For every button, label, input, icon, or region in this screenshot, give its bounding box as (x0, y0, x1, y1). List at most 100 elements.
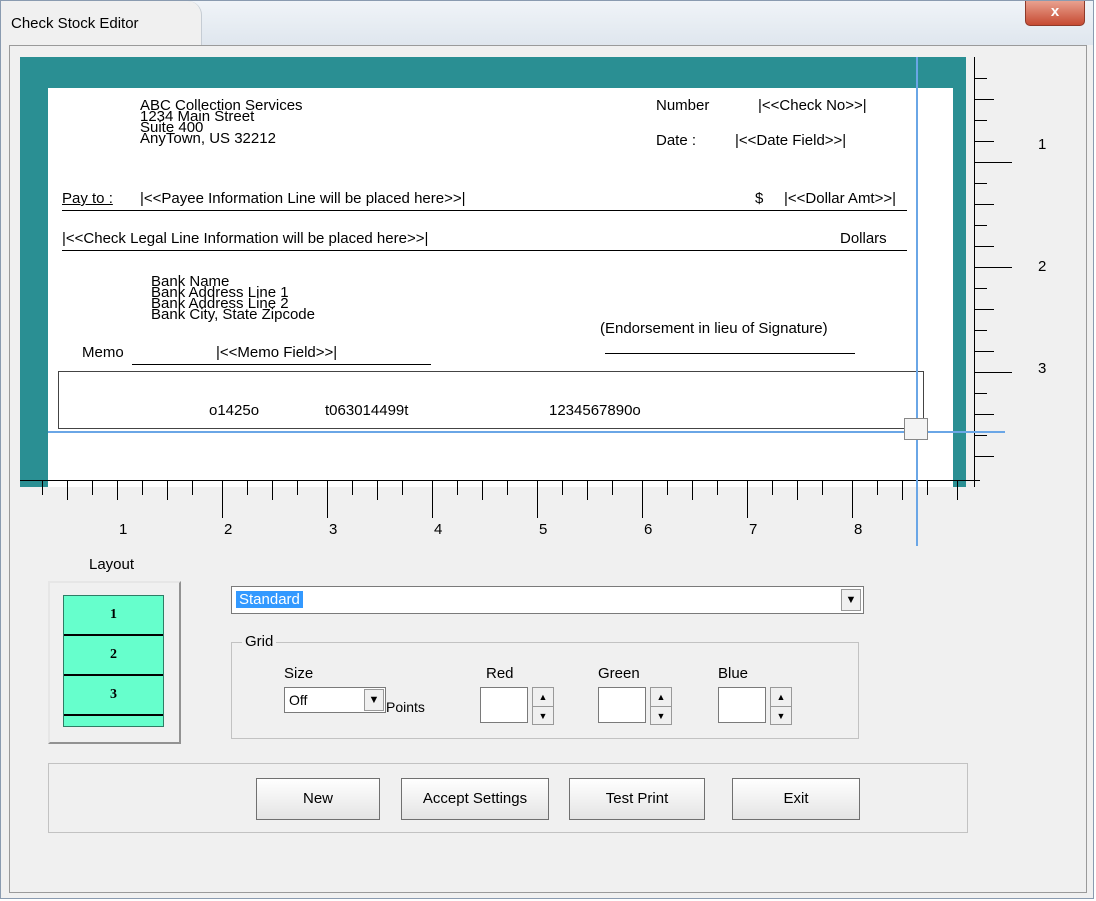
horizontal-ruler: 1 2 3 4 5 6 7 8 (20, 480, 980, 550)
blue-label: Blue (718, 665, 749, 682)
check-stock-editor-window: Check Stock Editor x ABC Collection Serv… (0, 0, 1094, 899)
ruler-tick (67, 480, 68, 500)
grid-size-select[interactable]: Off ▼ (284, 687, 386, 713)
ruler-label-v2: 2 (1038, 258, 1047, 275)
grid-group: Grid Size Off ▼ Points Red ▲ ▼ Green ▲ ▼… (231, 633, 859, 739)
client-area: ABC Collection Services 1234 Main Street… (9, 45, 1087, 893)
ruler-tick (902, 480, 903, 500)
memo-line (216, 364, 431, 365)
ruler-tick (587, 480, 588, 500)
ruler-tick (927, 480, 928, 495)
micr-routing-number: t063014499t (325, 402, 409, 419)
layout-selector[interactable]: 1 2 3 (48, 581, 181, 744)
layout-section-1[interactable]: 1 (64, 596, 163, 636)
chevron-down-icon[interactable]: ▼ (364, 689, 384, 711)
ruler-tick (717, 480, 718, 495)
spin-up-icon[interactable]: ▲ (533, 688, 553, 707)
ruler-label-h2: 2 (224, 521, 233, 538)
ruler-tick (974, 456, 994, 457)
ruler-tick (957, 480, 958, 500)
ruler-tick (974, 183, 987, 184)
micr-account-number: 1234567890o (549, 402, 641, 419)
ruler-tick (974, 246, 994, 247)
ruler-tick (747, 480, 748, 518)
ruler-tick (537, 480, 538, 518)
ruler-tick (974, 204, 994, 205)
dollar-amount-field: |<<Dollar Amt>>| (784, 190, 897, 207)
ruler-tick (272, 480, 273, 500)
ruler-label-h3: 3 (329, 521, 338, 538)
vertical-ruler: 1 2 3 (974, 57, 1074, 487)
number-label: Number (656, 97, 710, 114)
ruler-tick (117, 480, 118, 500)
ruler-tick (974, 120, 987, 121)
layout-preview: 1 2 3 (63, 595, 164, 727)
template-select-value: Standard (236, 591, 303, 608)
dollars-label: Dollars (840, 230, 887, 247)
dollar-sign: $ (755, 190, 764, 207)
new-button[interactable]: New (256, 778, 380, 820)
pay-to-label: Pay to : (62, 190, 113, 207)
vertical-guide-line[interactable] (916, 57, 918, 546)
ruler-tick (877, 480, 878, 495)
ruler-tick (974, 393, 987, 394)
spin-up-icon[interactable]: ▲ (771, 688, 791, 707)
ruler-label-h1: 1 (119, 521, 128, 538)
ruler-tick (974, 330, 987, 331)
ruler-tick (974, 351, 994, 352)
test-print-button[interactable]: Test Print (569, 778, 705, 820)
ruler-tick (974, 435, 987, 436)
ruler-tick (192, 480, 193, 495)
ruler-label-h6: 6 (644, 521, 653, 538)
blue-input[interactable] (718, 687, 766, 723)
ruler-tick (667, 480, 668, 495)
legal-line (62, 250, 907, 251)
spin-up-icon[interactable]: ▲ (651, 688, 671, 707)
ruler-tick (974, 288, 987, 289)
blue-spinner[interactable]: ▲ ▼ (770, 687, 792, 725)
resize-handle[interactable] (904, 418, 928, 440)
ruler-edge (20, 480, 980, 481)
ruler-tick (612, 480, 613, 495)
green-spinner[interactable]: ▲ ▼ (650, 687, 672, 725)
ruler-label-v1: 1 (1038, 136, 1047, 153)
ruler-tick (297, 480, 298, 495)
exit-button[interactable]: Exit (732, 778, 860, 820)
layout-section-2[interactable]: 2 (64, 636, 163, 676)
ruler-edge (974, 57, 975, 487)
red-input[interactable] (480, 687, 528, 723)
layout-section-3[interactable]: 3 (64, 676, 163, 716)
spin-down-icon[interactable]: ▼ (533, 707, 553, 725)
ruler-tick (852, 480, 853, 518)
check-canvas: ABC Collection Services 1234 Main Street… (20, 57, 966, 487)
address-line3: AnyTown, US 32212 (140, 130, 276, 147)
accept-settings-button[interactable]: Accept Settings (401, 778, 549, 820)
layout-label: Layout (89, 556, 135, 573)
ruler-tick (822, 480, 823, 495)
chevron-down-icon[interactable]: ▼ (841, 589, 861, 611)
endorsement-label: (Endorsement in lieu of Signature) (600, 320, 828, 337)
memo-label: Memo (82, 344, 124, 361)
ruler-tick (692, 480, 693, 500)
micr-line-area[interactable]: o1425o t063014499t 1234567890o (58, 371, 924, 429)
ruler-tick (432, 480, 433, 518)
check-number-field: |<<Check No>>| (758, 97, 867, 114)
green-input[interactable] (598, 687, 646, 723)
ruler-label-h4: 4 (434, 521, 443, 538)
red-spinner[interactable]: ▲ ▼ (532, 687, 554, 725)
ruler-tick (42, 480, 43, 495)
template-select[interactable]: Standard ▼ (231, 586, 864, 614)
window-title: Check Stock Editor (11, 15, 139, 32)
pay-to-line (62, 210, 907, 211)
close-button[interactable]: x (1025, 1, 1085, 26)
title-bar: Check Stock Editor x (1, 1, 1093, 45)
title-tab: Check Stock Editor (1, 1, 202, 45)
spin-down-icon[interactable]: ▼ (651, 707, 671, 725)
spin-down-icon[interactable]: ▼ (771, 707, 791, 725)
ruler-tick (167, 480, 168, 500)
horizontal-guide-line[interactable] (48, 431, 1005, 433)
ruler-label-h8: 8 (854, 521, 863, 538)
red-label: Red (486, 665, 514, 682)
signature-line (605, 353, 855, 354)
ruler-tick (457, 480, 458, 495)
